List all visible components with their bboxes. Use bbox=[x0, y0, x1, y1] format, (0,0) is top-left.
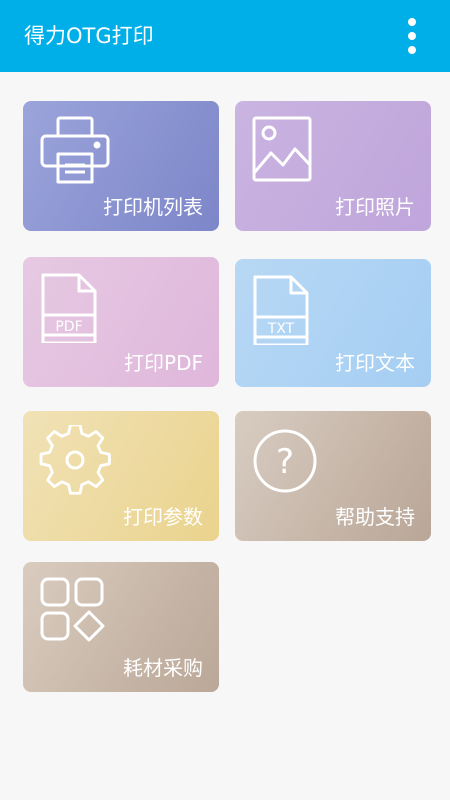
tile-print-params[interactable]: 打印参数 bbox=[23, 411, 219, 541]
tile-label: 打印照片 bbox=[335, 195, 415, 219]
help-icon-text: ? bbox=[276, 442, 294, 482]
menu-dot bbox=[408, 32, 416, 40]
gear-icon bbox=[39, 425, 111, 495]
txt-icon-text: TXT bbox=[267, 321, 295, 337]
tile-print-pdf[interactable]: PDF 打印PDF bbox=[23, 257, 219, 387]
tile-label: 打印参数 bbox=[123, 505, 203, 529]
tile-print-photo[interactable]: 打印照片 bbox=[235, 101, 431, 231]
tile-supplies[interactable]: 耗材采购 bbox=[23, 562, 219, 692]
menu-dot bbox=[408, 46, 416, 54]
menu-dot bbox=[408, 18, 416, 26]
tile-label: 打印文本 bbox=[335, 351, 415, 375]
tile-print-text[interactable]: TXT 打印文本 bbox=[235, 259, 431, 387]
tile-label: 打印PDF bbox=[124, 351, 203, 375]
app-title: 得力OTG打印 bbox=[24, 24, 154, 48]
tile-printer-list[interactable]: 打印机列表 bbox=[23, 101, 219, 231]
app-bar: 得力OTG打印 bbox=[0, 0, 450, 72]
pdf-file-icon: PDF bbox=[41, 273, 97, 343]
tile-label: 耗材采购 bbox=[123, 656, 203, 680]
help-icon: ? bbox=[253, 429, 317, 493]
printer-icon bbox=[40, 116, 110, 184]
grid-apps-icon bbox=[40, 577, 105, 642]
tile-label: 帮助支持 bbox=[335, 505, 415, 529]
tile-help-support[interactable]: ? 帮助支持 bbox=[235, 411, 431, 541]
more-vert-icon[interactable] bbox=[400, 16, 424, 56]
txt-file-icon: TXT bbox=[253, 275, 309, 345]
pdf-icon-text: PDF bbox=[55, 319, 82, 335]
image-icon bbox=[252, 116, 312, 182]
tile-label: 打印机列表 bbox=[103, 195, 203, 219]
